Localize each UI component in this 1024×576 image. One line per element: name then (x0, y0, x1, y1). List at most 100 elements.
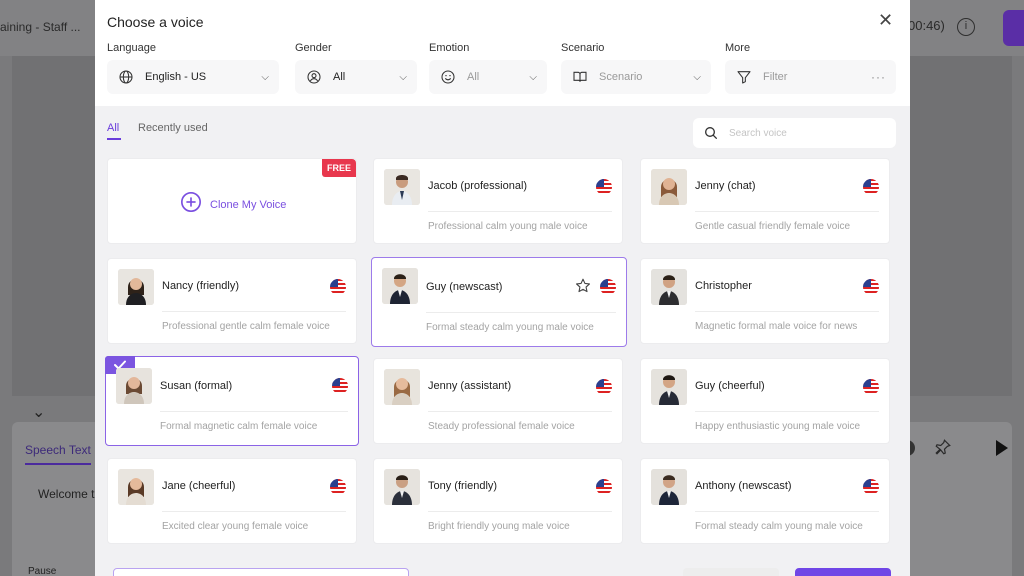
speech-text-preview[interactable]: Welcome t (38, 487, 94, 501)
us-flag-icon (332, 378, 348, 394)
chevron-down-icon[interactable]: ⌄ (32, 402, 45, 422)
voice-card-jenny-chat[interactable]: Jenny (chat) Gentle casual friendly fema… (640, 158, 890, 244)
gender-label: Gender (295, 42, 332, 54)
pause-label[interactable]: Pause (28, 566, 56, 576)
divider (695, 511, 879, 512)
voice-card-susan-formal[interactable]: Susan (formal) Formal magnetic calm fema… (105, 356, 359, 446)
voice-card-jenny-assistant[interactable]: Jenny (assistant) Steady professional fe… (373, 358, 623, 444)
filter-icon (733, 69, 755, 85)
voice-card-anthony-newscast[interactable]: Anthony (newscast) Formal steady calm yo… (640, 458, 890, 544)
divider (160, 411, 348, 412)
divider (695, 311, 879, 312)
search-box (693, 118, 896, 148)
voice-name: Guy (newscast) (426, 281, 503, 293)
us-flag-icon (863, 279, 879, 295)
voice-description: Formal steady calm young male voice (426, 322, 594, 333)
voice-name: Guy (cheerful) (695, 380, 765, 392)
voice-card-guy-cheerful[interactable]: Guy (cheerful) Happy enthusiastic young … (640, 358, 890, 444)
tab-speech-text[interactable]: Speech Text (25, 443, 91, 465)
emotion-label: Emotion (429, 42, 470, 54)
active-tab-indicator (107, 138, 121, 140)
person-icon (303, 69, 325, 85)
voice-name: Susan (formal) (160, 380, 233, 392)
divider (695, 211, 879, 212)
smiley-icon (437, 69, 459, 85)
avatar (118, 469, 154, 505)
chevron-down-icon: ⌵ (693, 71, 701, 83)
info-icon[interactable]: i (957, 18, 975, 36)
voice-description: Bright friendly young male voice (428, 521, 570, 532)
emotion-value: All (467, 71, 480, 83)
voice-description: Professional calm young male voice (428, 221, 588, 232)
language-label: Language (107, 42, 156, 54)
clone-voice-card[interactable]: Clone My Voice FREE (107, 158, 357, 244)
language-select[interactable]: English - US ⌵ (107, 60, 279, 94)
divider (695, 411, 879, 412)
voice-card-jane-cheerful[interactable]: Jane (cheerful) Excited clear young fema… (107, 458, 357, 544)
chevron-down-icon: ⌵ (399, 71, 407, 83)
emotion-select[interactable]: All ⌵ (429, 60, 547, 94)
language-value: English - US (145, 71, 207, 83)
avatar (384, 469, 420, 505)
avatar (384, 169, 420, 205)
voice-name: Nancy (friendly) (162, 280, 240, 292)
divider (426, 312, 616, 313)
voice-card-christopher[interactable]: Christopher Magnetic formal male voice f… (640, 258, 890, 344)
globe-icon (115, 69, 137, 85)
play-icon[interactable] (996, 440, 1008, 456)
avatar (382, 268, 418, 304)
divider (162, 311, 346, 312)
voice-card-nancy-friendly[interactable]: Nancy (friendly) Professional gentle cal… (107, 258, 357, 344)
preview-text-input[interactable] (113, 568, 409, 576)
voice-name: Anthony (newscast) (695, 480, 792, 492)
avatar (651, 469, 687, 505)
close-icon[interactable]: ✕ (878, 10, 893, 31)
divider (428, 411, 612, 412)
avatar (651, 269, 687, 305)
voice-card-jacob-professional[interactable]: Jacob (professional) Professional calm y… (373, 158, 623, 244)
us-flag-icon (863, 379, 879, 395)
export-button[interactable] (1003, 10, 1024, 46)
gender-select[interactable]: All ⌵ (295, 60, 417, 94)
us-flag-icon (863, 479, 879, 495)
avatar (116, 368, 152, 404)
choose-voice-dialog: Choose a voice ✕ Language English - US ⌵… (95, 0, 910, 576)
search-input[interactable] (729, 127, 889, 139)
us-flag-icon (596, 479, 612, 495)
divider (428, 211, 612, 212)
duration-label: 00:46) (908, 18, 945, 33)
star-icon[interactable] (574, 277, 592, 295)
more-options-icon[interactable]: ··· (871, 70, 886, 84)
apply-button[interactable] (795, 568, 891, 576)
voice-description: Gentle casual friendly female voice (695, 221, 851, 232)
pin-icon[interactable] (934, 438, 952, 461)
voice-description: Formal magnetic calm female voice (160, 421, 318, 432)
voice-card-tony-friendly[interactable]: Tony (friendly) Bright friendly young ma… (373, 458, 623, 544)
more-label: More (725, 42, 751, 54)
us-flag-icon (596, 179, 612, 195)
voice-description: Formal steady calm young male voice (695, 521, 863, 532)
voice-name: Jenny (assistant) (428, 380, 512, 392)
voice-name: Tony (friendly) (428, 480, 498, 492)
gender-value: All (333, 71, 346, 83)
us-flag-icon (600, 279, 616, 295)
tab-all[interactable]: All (107, 122, 119, 134)
us-flag-icon (596, 379, 612, 395)
scenario-value: Scenario (599, 71, 643, 83)
avatar (384, 369, 420, 405)
voice-name: Jenny (chat) (695, 180, 756, 192)
avatar (118, 269, 154, 305)
avatar (651, 169, 687, 205)
more-filter[interactable]: Filter ··· (725, 60, 896, 94)
project-title: aining - Staff ... (0, 20, 81, 34)
scenario-select[interactable]: Scenario ⌵ (561, 60, 711, 94)
voice-card-guy-newscast[interactable]: Guy (newscast) Formal steady calm young … (371, 257, 627, 347)
divider (428, 511, 612, 512)
dialog-title: Choose a voice (107, 14, 204, 30)
tab-recently-used[interactable]: Recently used (138, 122, 208, 134)
more-filter-value: Filter (763, 71, 788, 83)
plus-circle-icon (180, 191, 202, 218)
voice-name: Jacob (professional) (428, 180, 528, 192)
chevron-down-icon: ⌵ (529, 71, 537, 83)
cancel-button[interactable] (683, 568, 779, 576)
